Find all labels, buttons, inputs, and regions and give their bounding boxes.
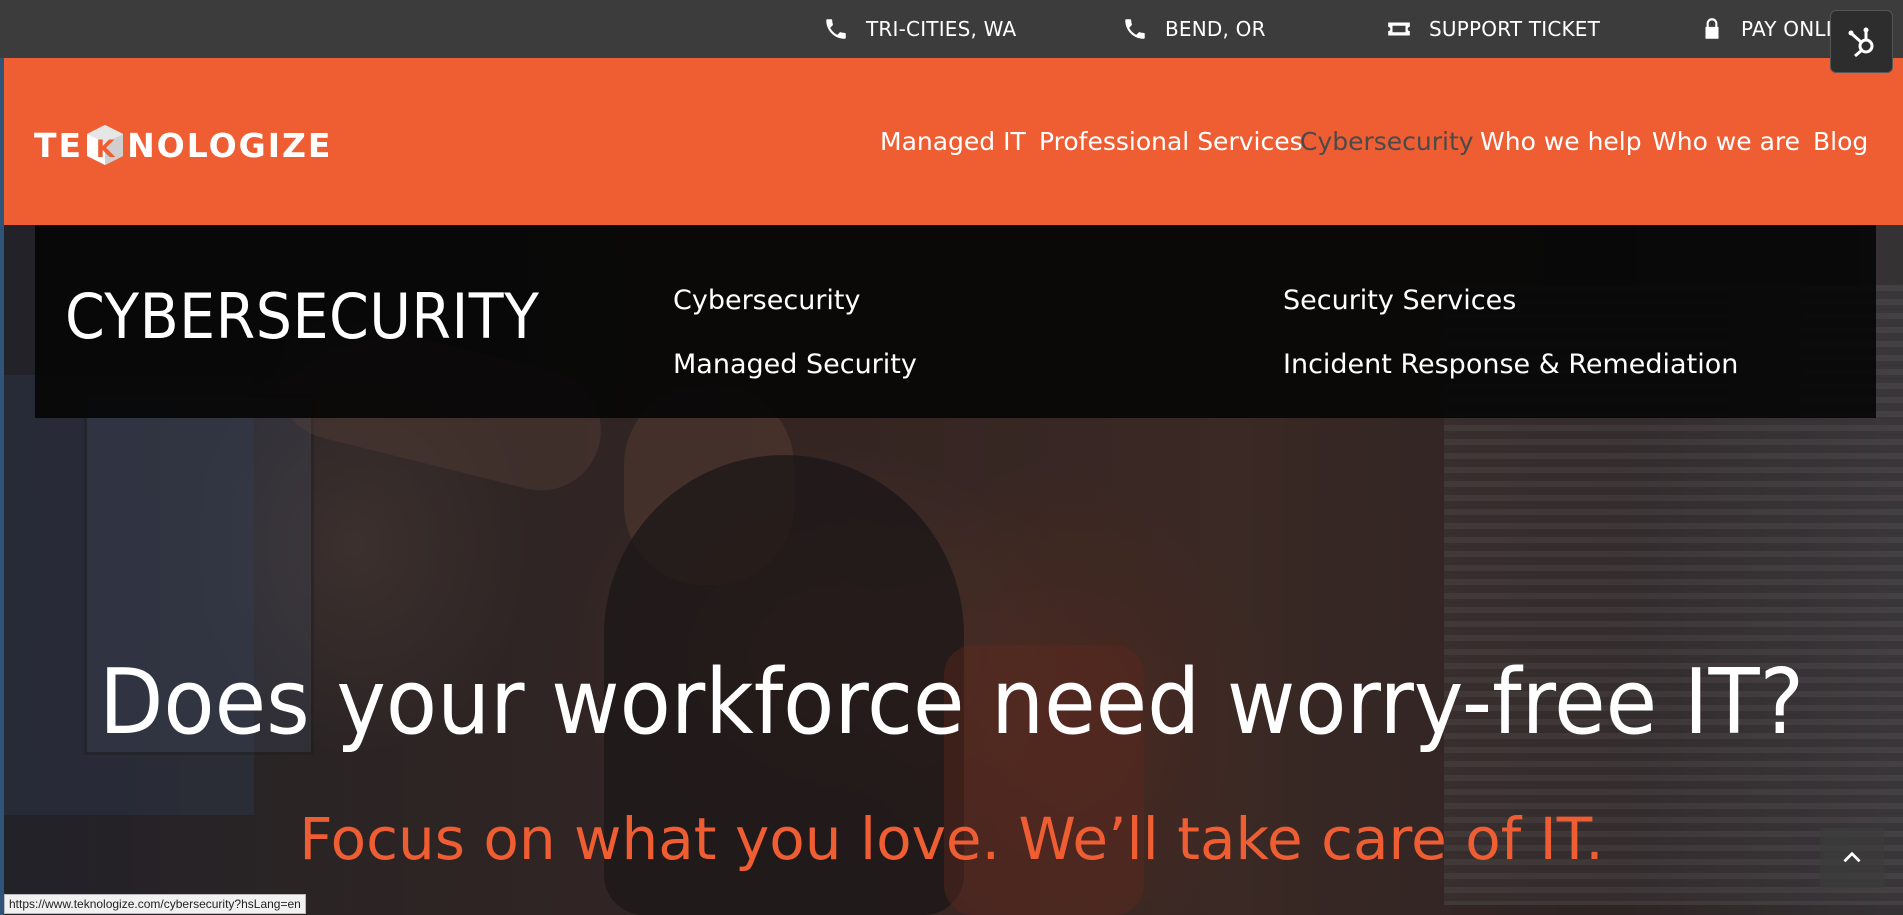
mega-link-managed-security[interactable]: Managed Security <box>673 349 917 380</box>
support-ticket-link[interactable]: SUPPORT TICKET <box>1385 0 1600 58</box>
main-nav: Managed IT Professional Services Cyberse… <box>0 58 1903 225</box>
tri-cities-label: TRI-CITIES, WA <box>866 17 1017 41</box>
hubspot-widget-button[interactable] <box>1830 10 1893 73</box>
browser-status-url: https://www.teknologize.com/cybersecurit… <box>4 894 306 914</box>
hero-subline: Focus on what you love. We’ll take care … <box>299 805 1604 873</box>
hubspot-icon <box>1848 27 1873 57</box>
lock-icon <box>1699 15 1725 43</box>
nav-blog[interactable]: Blog <box>1813 58 1868 225</box>
phone-icon <box>822 15 850 43</box>
pay-online-label: PAY ONLINE <box>1741 17 1839 41</box>
mega-menu-title: CYBERSECURITY <box>65 280 540 353</box>
mega-link-security-services[interactable]: Security Services <box>1283 285 1516 316</box>
hero-headline: Does your workforce need worry-free IT? <box>98 650 1805 755</box>
tri-cities-phone-link[interactable]: TRI-CITIES, WA <box>822 0 1016 58</box>
nav-managed-it[interactable]: Managed IT <box>880 58 1026 225</box>
chevron-up-icon <box>1843 851 1861 863</box>
utility-bar: TRI-CITIES, WA BEND, OR SUPPORT TICKET P… <box>0 0 1903 58</box>
nav-cybersecurity[interactable]: Cybersecurity <box>1300 58 1474 225</box>
ticket-icon <box>1385 15 1413 43</box>
back-to-top-button[interactable] <box>1820 828 1884 888</box>
mega-link-incident-response[interactable]: Incident Response & Remediation <box>1283 349 1738 380</box>
bend-label: BEND, OR <box>1165 17 1266 41</box>
nav-who-we-are[interactable]: Who we are <box>1652 58 1800 225</box>
support-ticket-label: SUPPORT TICKET <box>1429 17 1601 41</box>
nav-professional-services[interactable]: Professional Services <box>1039 58 1303 225</box>
mega-link-cybersecurity[interactable]: Cybersecurity <box>673 285 860 316</box>
phone-icon <box>1121 15 1149 43</box>
cybersecurity-mega-menu: CYBERSECURITY Cybersecurity Managed Secu… <box>35 225 1876 418</box>
pay-online-link[interactable]: PAY ONLINE <box>1699 0 1839 58</box>
nav-who-we-help[interactable]: Who we help <box>1480 58 1642 225</box>
bend-phone-link[interactable]: BEND, OR <box>1121 0 1266 58</box>
